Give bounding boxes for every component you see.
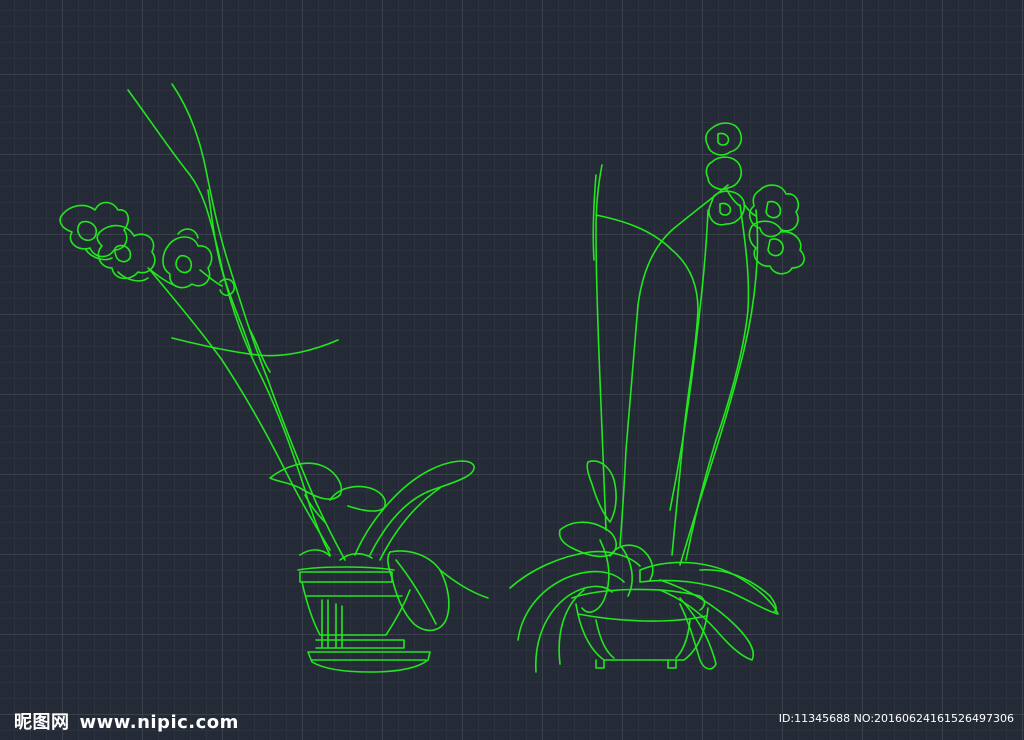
left-stem-f bbox=[249, 329, 271, 373]
right-flower-1-inner bbox=[717, 132, 730, 146]
left-flower-3-inner bbox=[175, 254, 193, 274]
right-leaf-1 bbox=[586, 460, 617, 523]
left-stem-b bbox=[171, 83, 346, 561]
right-pot-feet bbox=[595, 659, 677, 669]
right-stem-a bbox=[595, 164, 607, 531]
left-flower-1 bbox=[59, 201, 130, 258]
left-leaf-4 bbox=[329, 485, 386, 512]
left-leaf-6 bbox=[439, 569, 489, 599]
left-pot-body bbox=[301, 581, 411, 636]
right-orchid bbox=[509, 122, 805, 673]
right-flower-3 bbox=[708, 190, 746, 226]
right-leaf-2 bbox=[558, 521, 617, 558]
right-pot-rim bbox=[571, 588, 706, 611]
right-stem-f bbox=[669, 209, 709, 511]
orchid-drawing bbox=[59, 83, 805, 673]
cad-canvas: 昵图网 www.nipic.com ID:11345688 NO:20160624… bbox=[0, 0, 1024, 740]
watermark-image-id: ID:11345688 NO:20160624161526497306 bbox=[778, 712, 1014, 725]
right-leaf-8 bbox=[619, 544, 633, 597]
right-flower-2 bbox=[705, 156, 743, 191]
right-leaf-7 bbox=[581, 539, 610, 613]
watermark-logo: 昵图网 www.nipic.com bbox=[14, 708, 239, 734]
left-flower-1-inner bbox=[77, 220, 98, 242]
watermark-site-name: 昵图网 bbox=[14, 712, 70, 733]
left-stem-a bbox=[127, 89, 331, 556]
left-pot-rim-top bbox=[297, 566, 395, 571]
left-pot-saucer bbox=[307, 651, 431, 673]
watermark-site-url: www.nipic.com bbox=[79, 712, 239, 733]
left-stem-c bbox=[149, 269, 331, 551]
left-pot-rim bbox=[299, 571, 393, 583]
left-orchid bbox=[59, 83, 489, 673]
left-flower-link bbox=[147, 267, 223, 287]
right-flower-3-inner bbox=[719, 202, 732, 216]
left-pot-lower bbox=[315, 639, 405, 649]
left-flower-3 bbox=[162, 236, 213, 289]
right-stem-d bbox=[685, 204, 750, 561]
left-leaf-5-vein bbox=[395, 559, 437, 625]
right-flower-1 bbox=[705, 122, 743, 156]
right-flower-5-inner bbox=[767, 238, 784, 257]
right-leaf-3 bbox=[509, 550, 641, 589]
left-leaf-1 bbox=[354, 460, 475, 556]
left-leaf-7 bbox=[299, 549, 373, 561]
right-stem-e bbox=[679, 209, 759, 566]
right-flower-4-inner bbox=[765, 200, 782, 219]
right-pot-inner bbox=[595, 619, 691, 659]
left-stem-d bbox=[207, 189, 253, 356]
